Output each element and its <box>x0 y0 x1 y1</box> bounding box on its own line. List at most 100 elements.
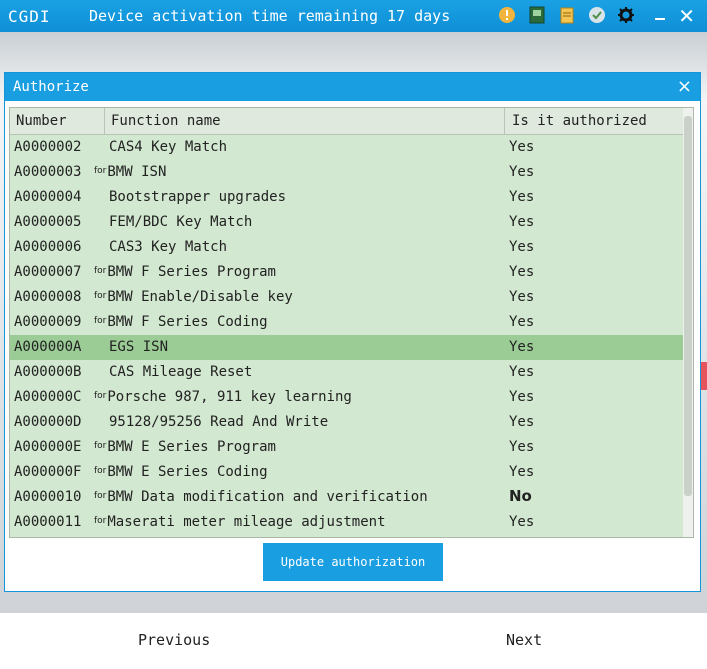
row-function-text: BMW Enable/Disable key <box>107 289 293 305</box>
activation-status: Device activation time remaining 17 days <box>89 7 451 25</box>
dialog-header: Authorize × <box>5 73 700 101</box>
row-function-text: Porsche 987, 911 key learning <box>107 389 352 405</box>
row-for-tag: for <box>94 466 107 476</box>
row-authorized-status: Yes <box>509 214 535 230</box>
column-divider <box>504 108 505 134</box>
row-authorized-status: Yes <box>509 514 535 530</box>
row-for-tag: for <box>94 441 107 451</box>
row-number: A0000010 <box>14 489 82 505</box>
row-function-text: FEM/BDC Key Match <box>109 214 253 230</box>
row-function-text: BMW E Series Coding <box>107 464 268 480</box>
table-row[interactable]: A0000002 CAS4 Key Match Yes <box>10 135 685 160</box>
authorize-dialog: Authorize × Number Function name Is it a… <box>4 72 701 592</box>
next-button[interactable]: Next <box>506 631 542 649</box>
column-is-authorized[interactable]: Is it authorized <box>512 113 647 129</box>
row-function-name: CAS3 Key Match <box>109 239 227 255</box>
row-number: A000000D <box>14 414 82 430</box>
row-function-text: CAS Mileage Reset <box>109 364 253 380</box>
table-row[interactable]: A0000007 forBMW F Series Program Yes <box>10 260 685 285</box>
table-row[interactable]: A000000F forBMW E Series Coding Yes <box>10 460 685 485</box>
document-icon[interactable] <box>557 5 577 25</box>
table-row[interactable]: A0000003 forBMW ISN Yes <box>10 160 685 185</box>
table-row[interactable]: A000000C forPorsche 987, 911 key learning… <box>10 385 685 410</box>
row-number: A0000003 <box>14 164 82 180</box>
device-icon[interactable] <box>527 5 547 25</box>
table-scrollbar[interactable] <box>683 108 693 537</box>
row-function-text: BMW ISN <box>107 164 167 180</box>
row-number: A000000B <box>14 364 82 380</box>
row-for-tag: for <box>94 491 107 501</box>
row-function-text: Bootstrapper upgrades <box>109 189 287 205</box>
scroll-thumb[interactable] <box>684 116 692 496</box>
row-function-name: Bootstrapper upgrades <box>109 189 286 205</box>
row-function-name: forMaserati meter mileage adjustment <box>94 514 386 530</box>
authorization-table: Number Function name Is it authorized A0… <box>9 107 694 538</box>
row-function-name: forBMW F Series Coding <box>94 314 268 330</box>
row-function-text: Maserati meter mileage adjustment <box>107 514 386 530</box>
row-function-name: 95128/95256 Read And Write <box>109 414 328 430</box>
app-name: CGDI <box>8 7 51 26</box>
table-row[interactable]: A000000D 95128/95256 Read And Write Yes <box>10 410 685 435</box>
update-authorization-button[interactable]: Update authorization <box>263 543 443 581</box>
table-row[interactable]: A0000004 Bootstrapper upgrades Yes <box>10 185 685 210</box>
row-number: A0000008 <box>14 289 82 305</box>
row-function-name: CAS Mileage Reset <box>109 364 252 380</box>
row-function-name: FEM/BDC Key Match <box>109 214 252 230</box>
row-authorized-status: Yes <box>509 414 535 430</box>
row-authorized-status: Yes <box>509 464 535 480</box>
row-function-name: EGS ISN <box>109 339 168 355</box>
row-function-text: CAS4 Key Match <box>109 139 228 155</box>
row-function-name: CAS4 Key Match <box>109 139 227 155</box>
table-row[interactable]: A0000005 FEM/BDC Key Match Yes <box>10 210 685 235</box>
row-function-text: EGS ISN <box>109 339 169 355</box>
table-row[interactable]: A0000010 forBMW Data modification and ver… <box>10 485 685 510</box>
footer-nav: Previous Next <box>0 612 707 669</box>
table-row[interactable]: A000000B CAS Mileage Reset Yes <box>10 360 685 385</box>
row-for-tag: for <box>94 291 107 301</box>
row-number: A0000005 <box>14 214 82 230</box>
gear-icon[interactable] <box>616 5 636 25</box>
table-row[interactable]: A000000A EGS ISN Yes <box>10 335 685 360</box>
row-number: A0000007 <box>14 264 82 280</box>
column-function-name[interactable]: Function name <box>111 113 221 129</box>
row-for-tag: for <box>94 316 107 326</box>
row-authorized-status: Yes <box>509 364 535 380</box>
table-row[interactable]: A000000E forBMW E Series Program Yes <box>10 435 685 460</box>
table-row[interactable]: A0000011 forMaserati meter mileage adjust… <box>10 510 685 535</box>
row-function-text: BMW F Series Program <box>107 264 276 280</box>
row-authorized-status: No <box>509 487 532 505</box>
alert-icon[interactable] <box>497 5 517 25</box>
row-authorized-status: Yes <box>509 389 535 405</box>
row-function-text: CAS3 Key Match <box>109 239 228 255</box>
row-function-name: forBMW Data modification and verificatio… <box>94 489 428 505</box>
column-divider <box>104 108 105 134</box>
row-function-name: forBMW Enable/Disable key <box>94 289 293 305</box>
row-number: A0000011 <box>14 514 82 530</box>
row-authorized-status: Yes <box>509 289 535 305</box>
previous-button[interactable]: Previous <box>138 631 210 649</box>
row-number: A000000C <box>14 389 82 405</box>
row-function-text: BMW F Series Coding <box>107 314 268 330</box>
row-number: A0000002 <box>14 139 82 155</box>
close-icon[interactable]: ✕ <box>678 4 695 28</box>
row-authorized-status: Yes <box>509 189 535 205</box>
row-number: A000000F <box>14 464 82 480</box>
dialog-close-icon[interactable]: × <box>677 76 692 97</box>
column-number[interactable]: Number <box>16 113 67 129</box>
table-row[interactable]: A0000006 CAS3 Key Match Yes <box>10 235 685 260</box>
row-number: A000000A <box>14 339 82 355</box>
minimize-icon[interactable] <box>650 5 670 25</box>
row-for-tag: for <box>94 266 107 276</box>
table-header: Number Function name Is it authorized <box>10 108 685 135</box>
row-function-name: forBMW ISN <box>94 164 166 180</box>
row-authorized-status: Yes <box>509 339 535 355</box>
row-function-text: 95128/95256 Read And Write <box>109 414 329 430</box>
row-for-tag: for <box>94 391 107 401</box>
row-function-name: forBMW E Series Coding <box>94 464 268 480</box>
row-function-text: BMW E Series Program <box>107 439 276 455</box>
row-function-name: forBMW E Series Program <box>94 439 276 455</box>
row-authorized-status: Yes <box>509 439 535 455</box>
settings-shield-icon[interactable] <box>587 5 607 25</box>
table-row[interactable]: A0000009 forBMW F Series Coding Yes <box>10 310 685 335</box>
table-row[interactable]: A0000008 forBMW Enable/Disable key Yes <box>10 285 685 310</box>
